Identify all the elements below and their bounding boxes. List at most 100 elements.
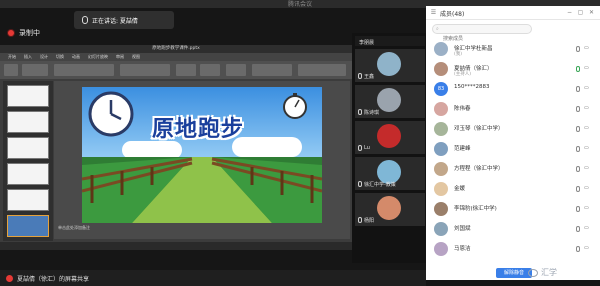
camera-icon[interactable]: ▭ — [584, 85, 589, 91]
slide-thumbnail[interactable] — [7, 189, 49, 211]
minimize-icon[interactable]: − — [566, 9, 573, 16]
mic-icon[interactable] — [576, 206, 580, 212]
recording-indicator[interactable]: 录制中 — [8, 28, 40, 38]
member-row[interactable]: 刘国斌 ▭ — [426, 220, 600, 238]
mic-icon — [358, 109, 362, 115]
member-name: 邓玉琴（徐汇中学） — [454, 126, 504, 132]
camera-icon[interactable]: ▭ — [584, 245, 589, 251]
slide-thumbnail[interactable] — [7, 111, 49, 133]
close-icon[interactable]: ✕ — [588, 9, 595, 16]
mic-icon[interactable] — [576, 226, 580, 232]
member-row[interactable]: 83 150****2883 ▭ — [426, 80, 600, 98]
member-row[interactable]: 徐汇中学杜新昌 (我) ▭ — [426, 40, 600, 58]
ppt-file-title: 原地跑步教学课件.pptx — [0, 45, 352, 53]
mute-all-button[interactable]: 解除静音 — [496, 268, 532, 278]
ppt-tab[interactable]: 审阅 — [116, 53, 124, 61]
video-tile[interactable]: 徐汇中学-教策 — [355, 157, 425, 190]
paragraph-controls[interactable] — [120, 64, 170, 76]
shape-format-controls[interactable] — [252, 64, 292, 76]
design-ideas-icon[interactable] — [298, 64, 346, 76]
mic-icon[interactable] — [576, 146, 580, 152]
record-dot-icon — [8, 30, 14, 36]
camera-icon[interactable]: ▭ — [584, 45, 589, 51]
mic-icon[interactable] — [576, 86, 580, 92]
paste-icon[interactable] — [4, 64, 18, 76]
camera-icon[interactable]: ▭ — [584, 105, 589, 111]
avatar — [434, 62, 448, 76]
slide-title: 原地跑步 — [152, 117, 245, 142]
members-icon: ☰ — [430, 9, 437, 16]
member-name: 方程程（徐汇中学） — [454, 166, 504, 172]
avatar — [434, 202, 448, 216]
avatar — [434, 142, 448, 156]
mic-icon[interactable] — [576, 166, 580, 172]
speaking-indicator: 正在讲话: 夏喆倩 — [74, 11, 174, 29]
screen-share-status[interactable]: 夏喆倩（徐汇）的屏幕共享 — [6, 274, 89, 283]
slide-thumbnail[interactable] — [7, 163, 49, 185]
search-icon: ⌕ — [436, 26, 439, 32]
member-name: 刘国斌 — [454, 226, 471, 232]
ppt-tab[interactable]: 切换 — [56, 53, 64, 61]
avatar — [434, 182, 448, 196]
camera-icon[interactable]: ▭ — [584, 205, 589, 211]
arrange-icon[interactable] — [200, 64, 220, 76]
video-tile[interactable]: 杨阳 — [355, 193, 425, 226]
ppt-tab[interactable]: 幻灯片放映 — [88, 53, 108, 61]
slide-thumbnail[interactable] — [7, 85, 49, 107]
video-tile[interactable]: Lu — [355, 121, 425, 154]
avatar — [434, 122, 448, 136]
mic-icon[interactable] — [576, 46, 580, 52]
popout-icon[interactable]: ▢ — [577, 9, 584, 16]
camera-icon[interactable]: ▭ — [584, 185, 589, 191]
ppt-ribbon-toolbar — [0, 61, 352, 79]
running-track-illustration — [82, 157, 322, 223]
notes-placeholder[interactable]: 单击此处添加备注 — [58, 225, 90, 231]
shapes-icon[interactable] — [176, 64, 196, 76]
member-name: 范建峰 — [454, 146, 471, 152]
quick-styles-icon[interactable] — [226, 64, 246, 76]
font-controls[interactable] — [54, 64, 114, 76]
slide-thumbnail-selected[interactable] — [7, 215, 49, 237]
mic-icon[interactable] — [576, 246, 580, 252]
current-slide: 原地跑步 — [82, 87, 322, 223]
camera-icon[interactable]: ▭ — [584, 165, 589, 171]
camera-icon[interactable]: ▭ — [584, 65, 589, 71]
ppt-tab[interactable]: 视图 — [132, 53, 140, 61]
new-slide-icon[interactable] — [22, 64, 48, 76]
ppt-tab[interactable]: 插入 — [24, 53, 32, 61]
member-name: 陈伟春 — [454, 106, 471, 112]
members-panel: ☰ 成员(48) − ▢ ✕ ⌕ 徐汇中学杜新昌 (我) ▭ 夏喆倩（徐汇） (… — [426, 6, 600, 280]
member-name: 150****2883 — [454, 84, 490, 90]
avatar — [434, 102, 448, 116]
member-row[interactable]: 方程程（徐汇中学） ▭ — [426, 160, 600, 178]
mic-icon[interactable] — [576, 186, 580, 192]
avatar — [434, 242, 448, 256]
ppt-tab[interactable]: 设计 — [40, 53, 48, 61]
video-tile[interactable]: 陈诗琪 — [355, 85, 425, 118]
member-row[interactable]: 夏喆倩（徐汇） (主持人) ▭ — [426, 60, 600, 78]
video-tile[interactable]: 王鑫 — [355, 49, 425, 82]
camera-icon[interactable]: ▭ — [584, 125, 589, 131]
ppt-tab[interactable]: 开始 — [8, 53, 16, 61]
member-row[interactable]: 陈伟春 ▭ — [426, 100, 600, 118]
member-row[interactable]: 李锦豹(徐汇中学) ▭ — [426, 200, 600, 218]
mic-icon[interactable] — [576, 126, 580, 132]
slide-thumbnail[interactable] — [7, 137, 49, 159]
member-search[interactable]: ⌕ — [432, 24, 532, 43]
recording-label: 录制中 — [19, 29, 40, 37]
wechat-icon — [528, 268, 538, 277]
member-row[interactable]: 马恩洁 ▭ — [426, 240, 600, 258]
ppt-status-bar — [0, 242, 352, 250]
video-tile[interactable]: 李朋晨 — [355, 36, 425, 46]
camera-icon[interactable]: ▭ — [584, 225, 589, 231]
ppt-tab[interactable]: 动画 — [72, 53, 80, 61]
ppt-ribbon-tabs: 开始 插入 设计 切换 动画 幻灯片放映 审阅 视图 — [0, 53, 352, 61]
member-role: (主持人) — [454, 72, 472, 77]
mic-icon[interactable] — [576, 66, 580, 72]
camera-icon[interactable]: ▭ — [584, 145, 589, 151]
member-row[interactable]: 邓玉琴（徐汇中学） ▭ — [426, 120, 600, 138]
member-row[interactable]: 范建峰 ▭ — [426, 140, 600, 158]
member-row[interactable]: 金媛 ▭ — [426, 180, 600, 198]
member-name: 金媛 — [454, 186, 466, 192]
mic-icon[interactable] — [576, 106, 580, 112]
